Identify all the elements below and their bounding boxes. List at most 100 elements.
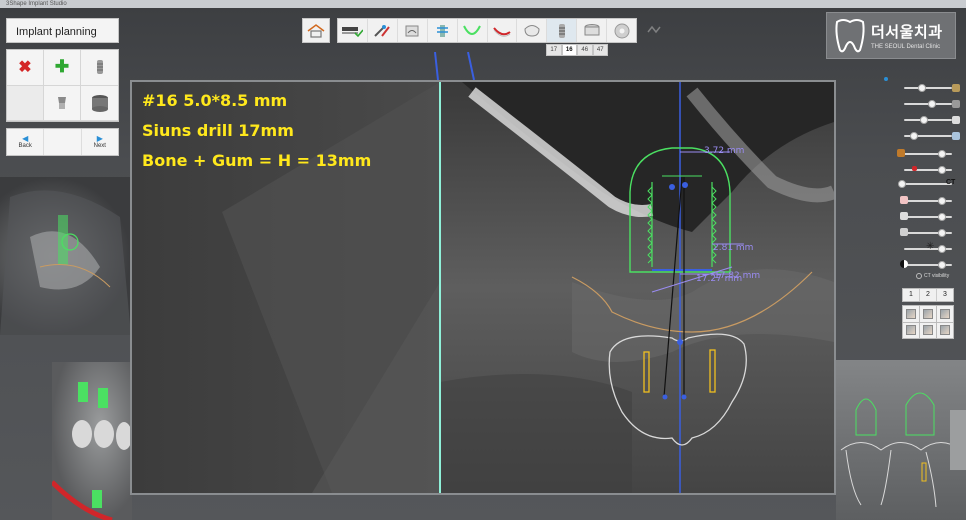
slider-ct-visibility[interactable]: CT (898, 179, 958, 189)
axial-thumbnail-view[interactable] (52, 362, 132, 520)
layout-tab-1[interactable]: 1 (903, 289, 920, 301)
slider-knob[interactable] (928, 100, 936, 108)
tooth-tab-17[interactable]: 17 (546, 44, 562, 56)
implant-button[interactable] (81, 50, 118, 86)
home-icon (307, 23, 325, 38)
layout-tab-3[interactable]: 3 (937, 289, 953, 301)
cross-section-thumbnail-image (840, 392, 966, 508)
view-bottom-button[interactable] (920, 322, 936, 338)
crown-icon (524, 24, 540, 37)
sagittal-thumbnail-view[interactable] (0, 177, 131, 335)
empty-tool-slot (7, 85, 44, 121)
next-button[interactable]: ▶ Next (82, 129, 118, 155)
add-implant-button[interactable]: ✚ (44, 50, 81, 86)
logo-korean-text: 더서울치과 (871, 24, 943, 41)
slider-nerve-visibility[interactable] (898, 165, 958, 175)
gum-icon (900, 212, 908, 220)
slider-contrast[interactable] (898, 260, 958, 270)
slider-knob[interactable] (918, 84, 926, 92)
tooth-tab-46[interactable]: 46 (577, 44, 593, 56)
scan-icon (342, 26, 364, 37)
tooth-logo-icon (835, 18, 865, 52)
view-cube-icon (906, 308, 916, 319)
axial-thumbnail-image (52, 382, 132, 520)
ct-image (132, 82, 834, 493)
view-right-button[interactable] (937, 306, 953, 322)
jaw-icon (952, 100, 960, 108)
slider-sleeve-visibility[interactable] (897, 149, 958, 159)
view-front-button[interactable] (903, 306, 919, 322)
view-left-button[interactable] (920, 306, 936, 322)
view-cube-icon (923, 308, 933, 319)
slider-scan-visibility[interactable] (898, 228, 958, 238)
layout-tabs: 1 2 3 (902, 288, 954, 302)
toolbar-implant-button[interactable] (547, 19, 578, 42)
slider-knob[interactable] (938, 245, 946, 253)
cross-section-thumbnail-view[interactable] (836, 360, 966, 520)
slider-antagonist-visibility[interactable] (898, 99, 960, 109)
toolbar-tools-button[interactable] (368, 19, 398, 42)
height-annotation: Bone + Gum = H = 13mm (142, 151, 372, 170)
slider-knob[interactable] (938, 261, 946, 269)
abutment-icon (58, 96, 66, 109)
model-icon (952, 84, 960, 92)
contrast-icon (900, 260, 908, 268)
slider-crown-visibility[interactable] (898, 115, 960, 125)
slider-brightness[interactable]: ✳ (898, 241, 958, 254)
home-button[interactable] (302, 18, 330, 43)
toolbar-sleeve-button[interactable] (577, 19, 608, 42)
ct-visibility-radio[interactable] (916, 273, 922, 279)
abutment-button[interactable] (44, 85, 81, 121)
view-top-button[interactable] (903, 322, 919, 338)
toolbar-extra-button[interactable] (640, 18, 668, 43)
slider-knob[interactable] (910, 132, 918, 140)
arrow-left-icon: ◀ (22, 134, 29, 143)
brightness-icon: ✳ (926, 241, 935, 252)
toolbar-implant-add-button[interactable] (428, 19, 458, 42)
slider-knob[interactable] (938, 166, 946, 174)
arrow-right-icon: ▶ (96, 134, 103, 143)
slice-guide-lines (434, 52, 475, 81)
toolbar-scan-button[interactable] (338, 19, 368, 42)
slider-knob[interactable] (920, 116, 928, 124)
slider-knob[interactable] (938, 229, 946, 237)
tooth-icon (952, 132, 960, 140)
toolbar-crown-button[interactable] (517, 19, 548, 42)
slider-implant-visibility[interactable] (884, 77, 960, 93)
toolbar-nerve-button[interactable] (488, 19, 518, 42)
tooth-tab-16[interactable]: 16 (561, 44, 577, 56)
slider-bone-visibility[interactable] (898, 196, 958, 206)
delete-implant-button[interactable]: ✖ (7, 50, 44, 86)
scan-icon (900, 228, 908, 236)
toolbar-panoramic-button[interactable] (398, 19, 428, 42)
slider-knob[interactable] (938, 197, 946, 205)
slider-knob[interactable] (938, 150, 946, 158)
ct-visibility-toggle[interactable]: CT visibility (916, 273, 949, 279)
ct-label: CT (946, 179, 956, 186)
panoramic-icon (405, 25, 419, 36)
tooth-tab-47[interactable]: 47 (592, 44, 608, 56)
disc-icon (614, 23, 630, 38)
toolbar-disc-button[interactable] (607, 19, 636, 42)
toolbar-arch-curve-button[interactable] (458, 19, 488, 42)
slider-knob[interactable] (938, 213, 946, 221)
layout-tab-2[interactable]: 2 (920, 289, 937, 301)
ct-visibility-label: CT visibility (924, 273, 950, 279)
view-back-button[interactable] (937, 322, 953, 338)
logo-english-text: THE SEOUL Dental Clinic (871, 44, 941, 50)
back-button[interactable]: ◀ Back (7, 129, 43, 155)
implant-icon (558, 23, 565, 38)
slider-knob[interactable] (898, 180, 906, 188)
workflow-toolbar (337, 18, 637, 43)
ct-cross-section-viewport[interactable]: #16 5.0*8.5 mm Siuns drill 17mm Bone + G… (130, 80, 836, 495)
view-orientation-grid (902, 305, 954, 339)
guide-icon (647, 25, 661, 33)
window-title: 3Shape Implant Studio (6, 1, 67, 7)
sleeve-button[interactable] (81, 86, 118, 121)
slider-tooth-visibility[interactable] (898, 131, 960, 141)
slider-gum-visibility[interactable] (898, 212, 958, 222)
red-x-icon: ✖ (18, 59, 32, 77)
implant-add-icon (437, 24, 449, 37)
implant-tools-panel: ✖ ✚ (6, 49, 119, 122)
tools-icon (374, 24, 391, 37)
